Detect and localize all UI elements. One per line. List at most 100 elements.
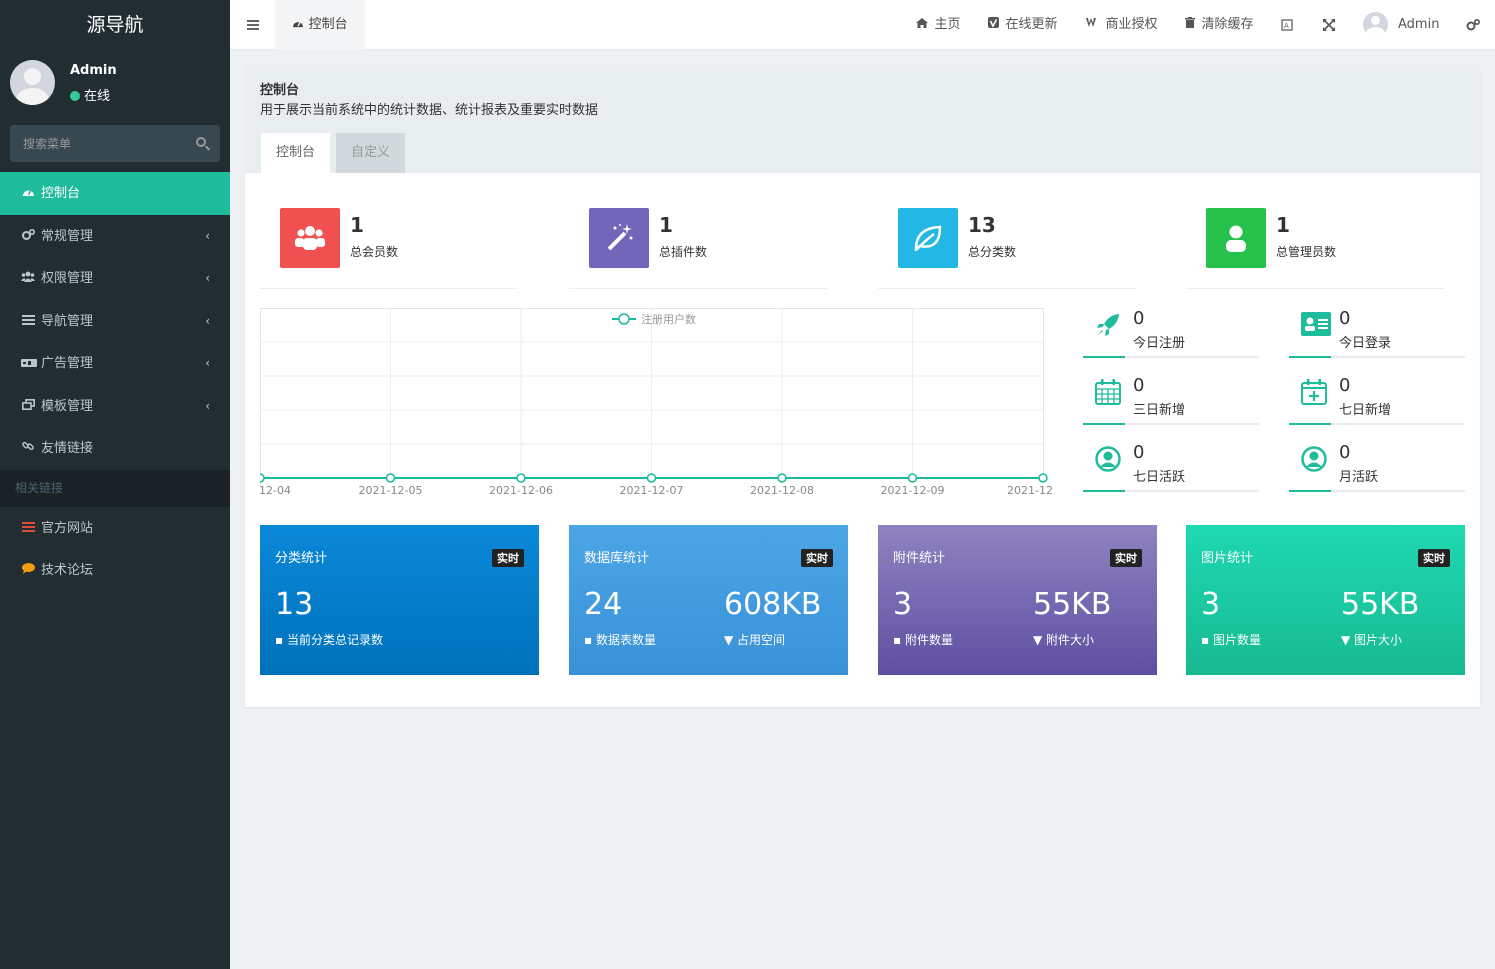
data-point	[516, 473, 526, 483]
group-icon	[21, 257, 35, 300]
card-value-2: 608KB	[724, 587, 822, 622]
sidebar-item-forum[interactable]: 技术论坛	[0, 549, 230, 592]
card-sub-2-label: 图片大小	[1354, 633, 1403, 647]
card-value-2: 55KB	[1341, 587, 1420, 622]
card-value-1: 3	[1201, 587, 1221, 622]
cogs-icon	[21, 215, 35, 258]
data-point	[385, 473, 396, 483]
search-input[interactable]	[10, 125, 190, 162]
filter-icon: ▼	[1033, 633, 1047, 647]
list-icon	[21, 300, 35, 343]
sidebar-item-links[interactable]: 友情链接	[0, 427, 230, 470]
user-circle-icon	[1301, 446, 1327, 476]
stat-card-category: 分类统计 实时 13 ▪ 当前分类总记录数	[260, 525, 539, 675]
chart-svg: 注册用户数 12-04 2021-12-05 2021-12-06 2021-12-07…	[255, 308, 1053, 497]
card-value-1: 3	[893, 587, 913, 622]
sidebar-item-ads[interactable]: 广告管理 ‹	[0, 342, 230, 385]
filter-icon: ▼	[724, 633, 738, 647]
stat-value: 13	[968, 213, 996, 237]
card-value-1: 24	[584, 587, 623, 622]
stat-card-attachment: 附件统计 实时 3 ▪ 附件数量 55KB ▼ 附件大小	[878, 525, 1157, 675]
mini-stat-label: 七日新增	[1339, 403, 1392, 418]
card-sub-1: ▪ 图片数量	[1201, 631, 1261, 648]
calendar-plus-icon	[1301, 379, 1327, 409]
chevron-left-icon: ‹	[205, 313, 210, 328]
x-tick-label: 2021-12-08	[750, 484, 814, 497]
sidebar-item-dashboard[interactable]: 控制台	[0, 172, 230, 215]
user-icon	[1206, 208, 1266, 268]
mini-stat: 0 今日登录	[1289, 308, 1465, 358]
magic-icon	[589, 208, 649, 268]
nav-license[interactable]: 商业授权	[1086, 0, 1158, 50]
nav-online-update[interactable]: 在线更新	[988, 0, 1058, 50]
nav-clear-cache-label: 清除缓存	[1201, 17, 1254, 32]
card-sub-2: ▼ 占用空间	[724, 631, 785, 648]
card-sub-2: ▼ 附件大小	[1033, 631, 1094, 648]
x-tick-label: 12-04	[260, 484, 291, 497]
mini-stat-value: 0	[1339, 308, 1351, 329]
list-icon	[21, 507, 35, 550]
sidebar-item-nav[interactable]: 导航管理 ‹	[0, 300, 230, 343]
link-icon	[21, 427, 35, 470]
mini-stat-label: 今日注册	[1133, 336, 1186, 351]
accent-bar	[1083, 490, 1125, 492]
nav-user-menu[interactable]: Admin	[1363, 0, 1439, 50]
rocket-icon	[1095, 312, 1121, 342]
database-icon: ▪	[584, 633, 596, 647]
realtime-badge: 实时	[492, 549, 524, 567]
accent-bar	[1083, 356, 1125, 358]
sidebar-item-auth[interactable]: 权限管理 ‹	[0, 257, 230, 300]
app-logo[interactable]: 源导航	[0, 0, 230, 50]
svg-text:A: A	[1284, 22, 1289, 30]
panel-heading: 控制台 用于展示当前系统中的统计数据、统计报表及重要实时数据 控制台 自定义	[245, 65, 1480, 173]
tab-dashboard[interactable]: 控制台	[261, 133, 331, 173]
chevron-left-icon: ‹	[205, 398, 210, 413]
sidebar-item-official-site[interactable]: 官方网站	[0, 507, 230, 550]
card-title: 数据库统计	[584, 551, 650, 566]
mini-stat-value: 0	[1339, 442, 1351, 463]
dashboard-icon	[21, 172, 35, 215]
user-circle-icon	[1095, 446, 1121, 476]
user-status: 在线	[70, 85, 110, 104]
mini-stat-label: 月活跃	[1339, 470, 1379, 485]
accent-bar	[1083, 423, 1125, 425]
nav-home[interactable]: 主页	[916, 0, 961, 50]
stat-value: 1	[659, 213, 673, 237]
user-name: Admin	[70, 63, 117, 78]
sidebar-item-general[interactable]: 常规管理 ‹	[0, 215, 230, 258]
sidebar-item-label: 导航管理	[41, 313, 94, 329]
stat-card-image: 图片统计 实时 3 ▪ 图片数量 55KB ▼ 图片大小	[1186, 525, 1465, 675]
sidebar-item-label: 常规管理	[41, 228, 94, 244]
data-point	[907, 473, 918, 483]
x-tick-label: 2021-12-07	[620, 484, 684, 497]
stat-card-database: 数据库统计 实时 24 ▪ 数据表数量 608KB ▼ 占用空间	[569, 525, 848, 675]
realtime-badge: 实时	[1110, 549, 1142, 567]
trash-icon	[1185, 17, 1199, 31]
sidebar-item-label: 模板管理	[41, 398, 94, 414]
search-icon[interactable]	[196, 137, 206, 147]
mini-stat-label: 今日登录	[1339, 336, 1392, 351]
nav-home-label: 主页	[934, 17, 961, 32]
x-tick-label: 2021-12-09	[881, 484, 945, 497]
fullscreen-icon[interactable]	[1323, 0, 1335, 50]
files-icon: ▪	[893, 633, 905, 647]
nav-license-label: 商业授权	[1105, 17, 1158, 32]
mini-stat-label: 七日活跃	[1133, 470, 1186, 485]
mini-stat-label: 三日新增	[1133, 403, 1186, 418]
card-sub-1-label: 附件数量	[904, 633, 953, 647]
sidebar-item-templates[interactable]: 模板管理 ‹	[0, 385, 230, 428]
x-tick-label: 2021-12-05	[359, 484, 423, 497]
weixin-icon	[1086, 18, 1103, 31]
mini-stat-value: 0	[1339, 375, 1351, 396]
chevron-left-icon: ‹	[205, 356, 210, 370]
language-icon[interactable]: A	[1281, 0, 1293, 50]
card-title: 图片统计	[1201, 551, 1254, 566]
nav-clear-cache[interactable]: 清除缓存	[1185, 0, 1254, 50]
dashboard-icon	[292, 17, 308, 32]
tab-custom[interactable]: 自定义	[336, 133, 406, 173]
settings-cogs-icon[interactable]	[1466, 0, 1481, 50]
stat-label: 总管理员数	[1276, 245, 1337, 259]
tab-dashboard[interactable]: 控制台	[275, 0, 365, 50]
stat-total-plugins: 1 总插件数	[569, 207, 827, 289]
menu-toggle-icon[interactable]	[242, 14, 264, 36]
